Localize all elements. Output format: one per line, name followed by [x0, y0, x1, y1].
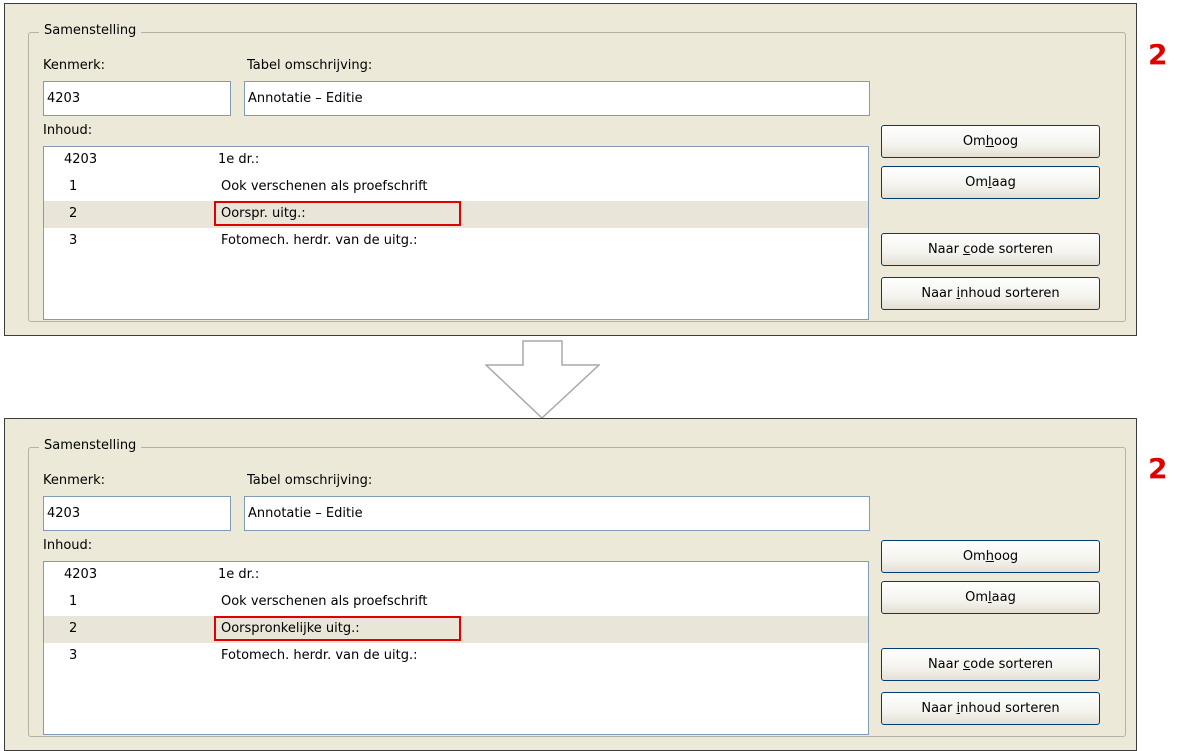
- row-description: Fotomech. herdr. van de uitg.:: [221, 233, 418, 248]
- row-code: 2: [69, 206, 78, 221]
- row-code: 4203: [64, 567, 98, 582]
- row-description: 1e dr.:: [218, 567, 260, 582]
- row-description: Fotomech. herdr. van de uitg.:: [221, 648, 418, 663]
- button-text: Om: [965, 590, 989, 605]
- inhoud-listbox[interactable]: 4203 1e dr.: 1 Ook verschenen als proefs…: [43, 146, 869, 320]
- button-text: Naar: [921, 286, 957, 301]
- down-arrow-outline-icon: [485, 340, 600, 420]
- inhoud-listbox[interactable]: 4203 1e dr.: 1 Ook verschenen als proefs…: [43, 561, 869, 735]
- row-description[interactable]: Oorspronkelijke uitg.:: [221, 621, 360, 637]
- kenmerk-label: Kenmerk:: [43, 58, 106, 73]
- kenmerk-field[interactable]: 4203: [43, 81, 231, 116]
- sort-by-content-button[interactable]: Naar inhoud sorteren: [881, 277, 1100, 310]
- row-description: 1e dr.:: [218, 152, 260, 167]
- row-code: 1: [69, 594, 78, 609]
- step-marker: 2: [1148, 38, 1168, 71]
- access-key: h: [985, 134, 994, 149]
- button-text: ode sorteren: [970, 657, 1054, 672]
- button-text: ode sorteren: [970, 242, 1054, 257]
- row-code: 4203: [64, 152, 98, 167]
- row-code: 1: [69, 179, 78, 194]
- row-code: 3: [69, 233, 78, 248]
- list-item[interactable]: 3 Fotomech. herdr. van de uitg.:: [44, 643, 868, 670]
- button-text: Naar: [927, 242, 964, 257]
- inhoud-label: Inhoud:: [43, 123, 93, 138]
- kenmerk-label: Kenmerk:: [43, 473, 106, 488]
- button-text: oog: [993, 549, 1019, 564]
- row-description[interactable]: Oorspr. uitg.:: [221, 206, 306, 222]
- groupbox-title: Samenstelling: [39, 22, 142, 40]
- row-description: Ook verschenen als proefschrift: [221, 594, 428, 609]
- omlaag-button[interactable]: Omlaag: [881, 166, 1100, 199]
- button-text: oog: [993, 134, 1019, 149]
- row-description: Ook verschenen als proefschrift: [221, 179, 428, 194]
- list-item[interactable]: 3 Fotomech. herdr. van de uitg.:: [44, 228, 868, 255]
- button-text: Naar: [921, 701, 957, 716]
- omlaag-button[interactable]: Omlaag: [881, 581, 1100, 614]
- list-item[interactable]: 1 Ook verschenen als proefschrift: [44, 174, 868, 201]
- button-text: aag: [991, 175, 1016, 190]
- button-text: Om: [965, 175, 989, 190]
- step-marker: 2: [1148, 452, 1168, 485]
- row-code: 2: [69, 621, 78, 636]
- button-text: nhoud sorteren: [960, 286, 1060, 301]
- tabel-omschrijving-field[interactable]: Annotatie – Editie: [244, 496, 870, 531]
- button-text: Om: [962, 134, 986, 149]
- list-item-selected[interactable]: 2 Oorspr. uitg.:: [44, 201, 868, 228]
- sort-by-code-button[interactable]: Naar code sorteren: [881, 233, 1100, 266]
- button-text: aag: [991, 590, 1016, 605]
- kenmerk-field[interactable]: 4203: [43, 496, 231, 531]
- omhoog-button[interactable]: Omhoog: [881, 540, 1100, 573]
- omhoog-button[interactable]: Omhoog: [881, 125, 1100, 158]
- samenstelling-panel-before: Samenstelling Kenmerk: Tabel omschrijvin…: [4, 3, 1137, 336]
- sort-by-code-button[interactable]: Naar code sorteren: [881, 648, 1100, 681]
- list-item[interactable]: 4203 1e dr.:: [44, 147, 868, 174]
- tabel-omschrijving-label: Tabel omschrijving:: [247, 473, 373, 488]
- tabel-omschrijving-label: Tabel omschrijving:: [247, 58, 373, 73]
- list-item[interactable]: 4203 1e dr.:: [44, 562, 868, 589]
- groupbox-title: Samenstelling: [39, 437, 142, 455]
- access-key: h: [985, 549, 994, 564]
- row-code: 3: [69, 648, 78, 663]
- sort-by-content-button[interactable]: Naar inhoud sorteren: [881, 692, 1100, 725]
- samenstelling-panel-after: Samenstelling Kenmerk: Tabel omschrijvin…: [4, 418, 1137, 751]
- inhoud-label: Inhoud:: [43, 538, 93, 553]
- list-item[interactable]: 1 Ook verschenen als proefschrift: [44, 589, 868, 616]
- list-item-selected[interactable]: 2 Oorspronkelijke uitg.:: [44, 616, 868, 643]
- button-text: Naar: [927, 657, 964, 672]
- tabel-omschrijving-field[interactable]: Annotatie – Editie: [244, 81, 870, 116]
- button-text: Om: [962, 549, 986, 564]
- button-text: nhoud sorteren: [960, 701, 1060, 716]
